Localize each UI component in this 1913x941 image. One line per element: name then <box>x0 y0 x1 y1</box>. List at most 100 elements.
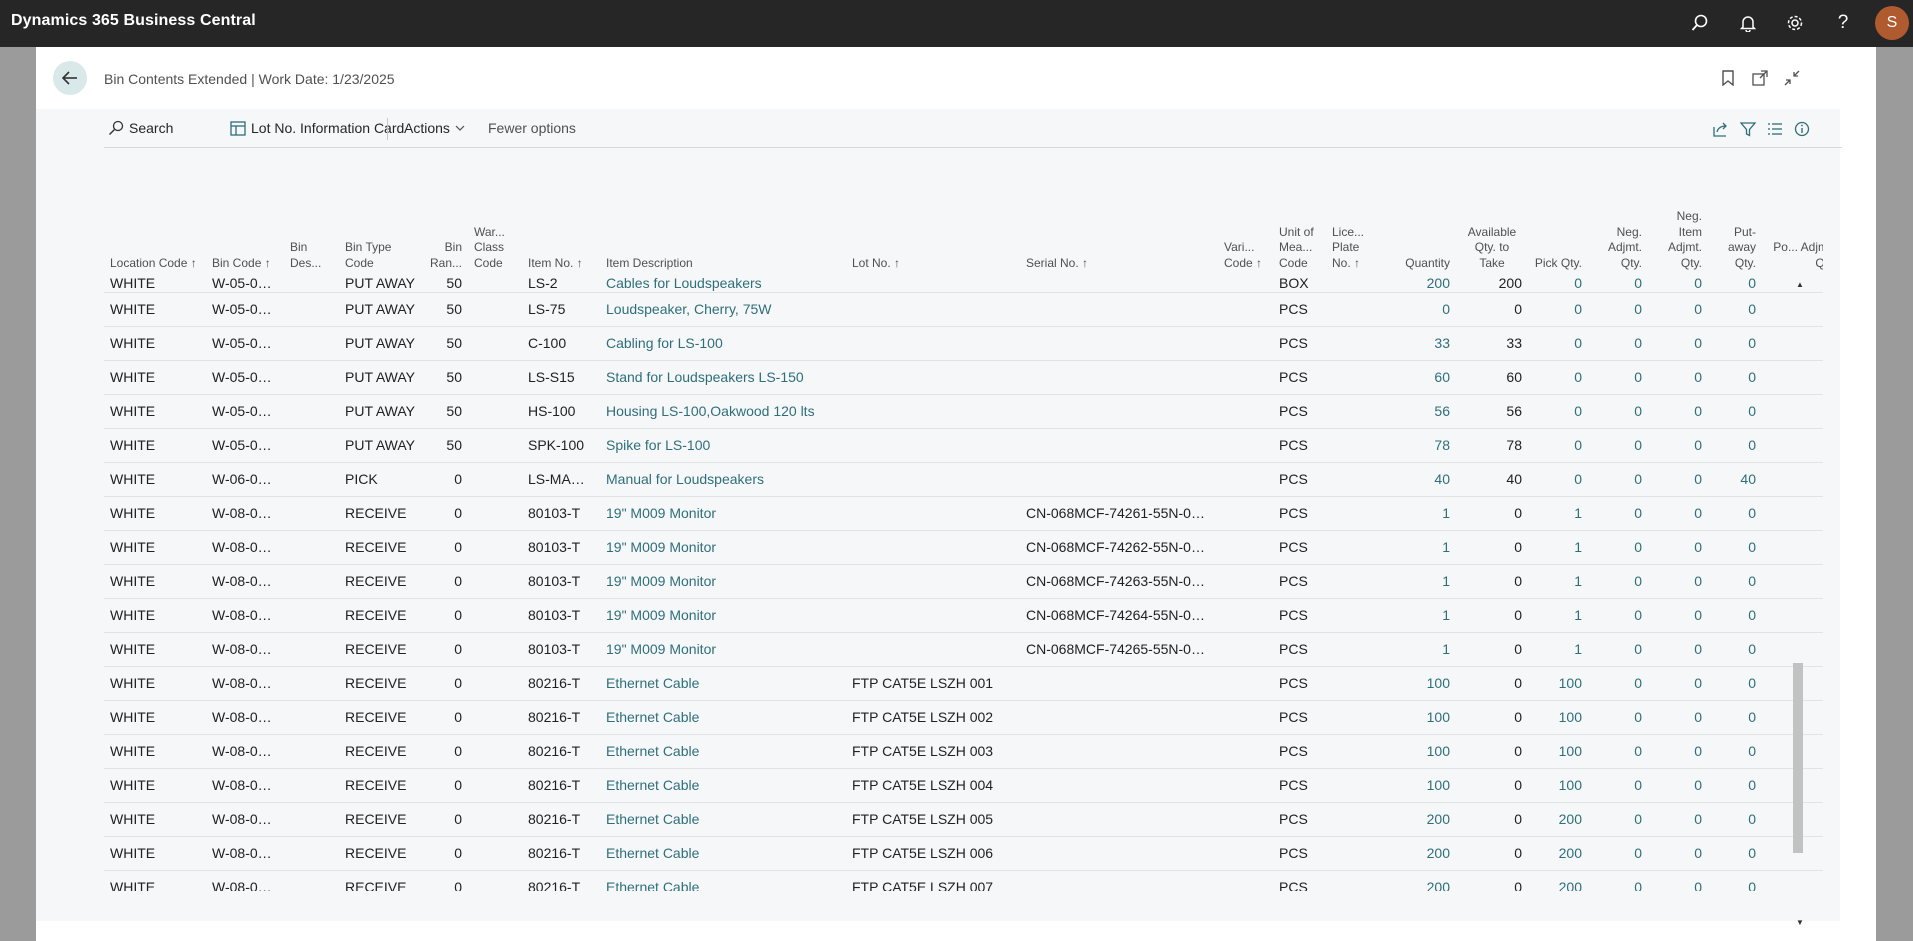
table-cell[interactable]: 200 <box>1382 275 1456 293</box>
table-row[interactable]: WHITE W-05-0014 PUT AWAY 50 SPK-100 Spike for… <box>104 428 1823 463</box>
table-row[interactable]: WHITE W-08-0001 RECEIVE 0 80216-T Ethernet Ca… <box>104 802 1823 837</box>
table-cell[interactable]: Manual for Loudspeakers <box>600 462 846 497</box>
info-icon[interactable] <box>1792 119 1812 139</box>
table-cell[interactable]: Loudspeaker, Cherry, 75W <box>600 292 846 327</box>
search-button[interactable]: Search <box>108 120 173 136</box>
table-cell[interactable]: Housing LS-100,Oakwood 120 lts <box>600 394 846 429</box>
table-cell[interactable]: 19" M009 Monitor <box>600 530 846 565</box>
table-row[interactable]: WHITE W-08-0001 RECEIVE 0 80216-T Ethernet Ca… <box>104 734 1823 769</box>
table-cell[interactable]: 1 <box>1382 496 1456 531</box>
gear-icon[interactable] <box>1783 11 1807 35</box>
table-row[interactable]: WHITE W-08-0001 RECEIVE 0 80103-T 19" M009 Mo… <box>104 564 1823 599</box>
table-cell[interactable]: Ethernet Cable <box>600 768 846 803</box>
actions-menu[interactable]: Actions <box>404 120 465 136</box>
table-cell[interactable]: 100 <box>1382 734 1456 769</box>
table-cell[interactable]: 100 <box>1382 666 1456 701</box>
column-header[interactable]: Location Code ↑ <box>104 151 206 275</box>
table-cell[interactable]: 200 <box>1382 836 1456 871</box>
table-cell[interactable]: 100 <box>1382 700 1456 735</box>
bin-contents-table: Location Code ↑ Bin Code ↑ Bin Des... Bin T… <box>104 151 1823 891</box>
column-header[interactable]: Bin Ran... <box>423 151 468 275</box>
column-header[interactable]: Bin Code ↑ <box>206 151 284 275</box>
column-header[interactable]: Item Description <box>600 151 846 275</box>
table-cell[interactable]: 200 <box>1382 870 1456 891</box>
table-row[interactable]: WHITE W-08-0001 RECEIVE 0 80103-T 19" M009 Mo… <box>104 496 1823 531</box>
table-cell: 0 <box>1588 496 1648 531</box>
bookmark-icon[interactable] <box>1717 67 1739 89</box>
table-cell[interactable]: 19" M009 Monitor <box>600 632 846 667</box>
table-cell[interactable]: 100 <box>1382 768 1456 803</box>
back-button[interactable] <box>53 61 87 95</box>
table-cell[interactable]: 19" M009 Monitor <box>600 598 846 633</box>
column-header[interactable]: Neg. Adjmt. Qty. <box>1588 151 1648 275</box>
table-cell[interactable]: Stand for Loudspeakers LS-150 <box>600 360 846 395</box>
table-row[interactable]: WHITE W-05-0011 PUT AWAY 50 LS-2 Cables for L… <box>104 275 1823 293</box>
table-cell[interactable]: Spike for LS-100 <box>600 428 846 463</box>
table-cell[interactable]: Ethernet Cable <box>600 666 846 701</box>
table-row[interactable]: WHITE W-08-0001 RECEIVE 0 80216-T Ethernet Ca… <box>104 836 1823 871</box>
table-cell[interactable]: Cabling for LS-100 <box>600 326 846 361</box>
avatar[interactable]: S <box>1875 6 1909 40</box>
list-view-icon[interactable] <box>1765 119 1785 139</box>
table-cell[interactable]: Ethernet Cable <box>600 870 846 891</box>
table-cell[interactable]: 1 <box>1382 530 1456 565</box>
table-cell[interactable]: 60 <box>1382 360 1456 395</box>
table-row[interactable]: WHITE W-06-0001 PICK 0 LS-MAN-... Manual for … <box>104 462 1823 497</box>
app-title[interactable]: Dynamics 365 Business Central <box>11 12 256 30</box>
vertical-scroll-thumb[interactable] <box>1793 663 1803 853</box>
table-cell[interactable]: 200 <box>1382 802 1456 837</box>
table-cell[interactable]: 1 <box>1382 598 1456 633</box>
column-header[interactable]: Unit of Mea... Code <box>1273 151 1326 275</box>
column-header[interactable]: Neg. Item Adjmt. Qty. <box>1648 151 1708 275</box>
lot-info-card-button[interactable]: Lot No. Information Card <box>230 120 404 136</box>
table-row[interactable]: WHITE W-08-0001 RECEIVE 0 80103-T 19" M009 Mo… <box>104 632 1823 667</box>
table-cell[interactable]: 0 <box>1382 292 1456 327</box>
bell-icon[interactable] <box>1736 11 1760 35</box>
share-icon[interactable] <box>1711 119 1731 139</box>
table-row[interactable]: WHITE W-05-0012 PUT AWAY 50 C-100 Cabling for… <box>104 326 1823 361</box>
table-row[interactable]: WHITE W-08-0001 RECEIVE 0 80216-T Ethernet Ca… <box>104 666 1823 701</box>
table-cell[interactable]: Ethernet Cable <box>600 734 846 769</box>
table-cell[interactable]: Cables for Loudspeakers <box>600 275 846 293</box>
column-header[interactable]: Quantity <box>1382 151 1456 275</box>
fewer-options-button[interactable]: Fewer options <box>488 120 576 136</box>
table-row[interactable]: WHITE W-05-0013 PUT AWAY 50 HS-100 Housing LS… <box>104 394 1823 429</box>
table-cell[interactable]: 78 <box>1382 428 1456 463</box>
table-cell[interactable]: Ethernet Cable <box>600 802 846 837</box>
table-cell[interactable]: 1 <box>1382 564 1456 599</box>
column-header[interactable]: Serial No. ↑ <box>1020 151 1218 275</box>
table-cell[interactable]: Ethernet Cable <box>600 836 846 871</box>
column-header[interactable]: Item No. ↑ <box>522 151 600 275</box>
table-cell[interactable]: 19" M009 Monitor <box>600 496 846 531</box>
column-header[interactable]: Po... Adjm... Qt... <box>1762 151 1823 275</box>
table-cell[interactable]: 1 <box>1382 632 1456 667</box>
table-row[interactable]: WHITE W-08-0001 RECEIVE 0 80216-T Ethernet Ca… <box>104 768 1823 803</box>
scroll-up-arrow[interactable]: ▲ <box>1796 280 1804 289</box>
column-header[interactable]: Pick Qty. <box>1528 151 1588 275</box>
column-header[interactable]: Lice... Plate No. ↑ <box>1326 151 1382 275</box>
column-header[interactable]: Bin Des... <box>284 151 339 275</box>
collapse-icon[interactable] <box>1781 67 1803 89</box>
search-icon[interactable] <box>1688 11 1712 35</box>
table-row[interactable]: WHITE W-08-0001 RECEIVE 0 80103-T 19" M009 Mo… <box>104 530 1823 565</box>
column-header[interactable]: War... Class Code <box>468 151 522 275</box>
table-cell[interactable]: 56 <box>1382 394 1456 429</box>
scroll-down-arrow[interactable]: ▼ <box>1796 918 1804 927</box>
table-cell[interactable]: 19" M009 Monitor <box>600 564 846 599</box>
open-new-window-icon[interactable] <box>1749 67 1771 89</box>
filter-icon[interactable] <box>1738 119 1758 139</box>
table-row[interactable]: WHITE W-08-0001 RECEIVE 0 80216-T Ethernet Ca… <box>104 700 1823 735</box>
table-cell[interactable]: 33 <box>1382 326 1456 361</box>
table-row[interactable]: WHITE W-08-0001 RECEIVE 0 80216-T Ethernet Ca… <box>104 870 1823 891</box>
column-header[interactable]: Available Qty. to Take <box>1456 151 1528 275</box>
table-cell[interactable]: Ethernet Cable <box>600 700 846 735</box>
column-header[interactable]: Lot No. ↑ <box>846 151 1020 275</box>
table-row[interactable]: WHITE W-08-0001 RECEIVE 0 80103-T 19" M009 Mo… <box>104 598 1823 633</box>
table-row[interactable]: WHITE W-05-0011 PUT AWAY 50 LS-75 Loudspeaker… <box>104 292 1823 327</box>
help-icon[interactable]: ? <box>1831 11 1855 35</box>
column-header[interactable]: Put-away Qty. <box>1708 151 1762 275</box>
table-row[interactable]: WHITE W-05-0012 PUT AWAY 50 LS-S15 Stand for … <box>104 360 1823 395</box>
column-header[interactable]: Bin Type Code <box>339 151 423 275</box>
table-cell[interactable]: 40 <box>1382 462 1456 497</box>
column-header[interactable]: Vari... Code ↑ <box>1218 151 1273 275</box>
